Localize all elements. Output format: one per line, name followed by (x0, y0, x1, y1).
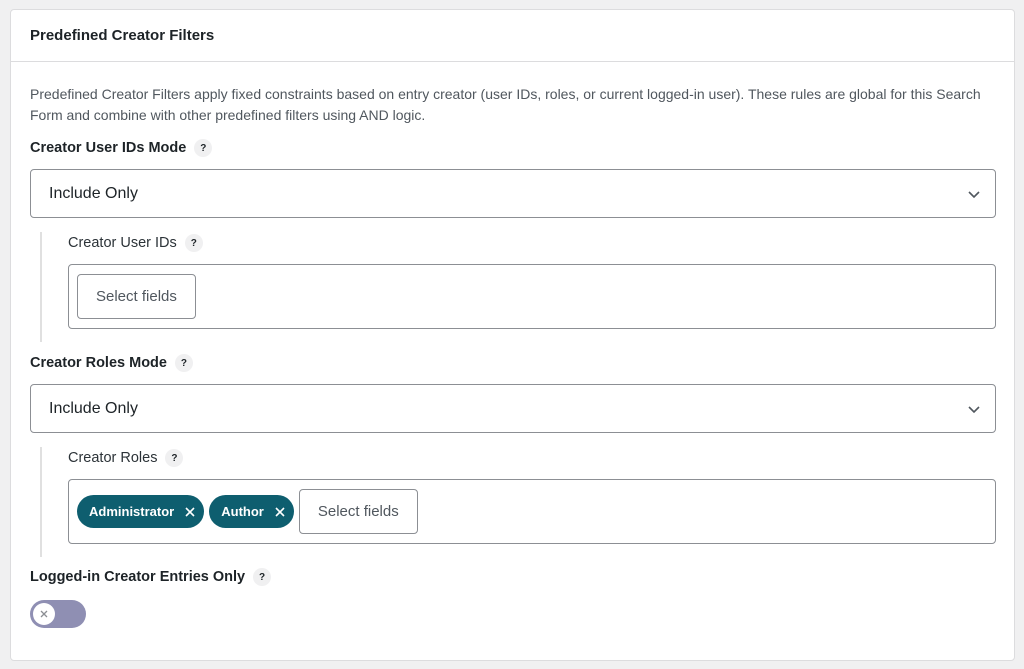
roles-field[interactable]: Administrator Author Select fields (68, 479, 996, 544)
panel-description: Predefined Creator Filters apply fixed c… (30, 86, 981, 123)
user-ids-mode-select[interactable]: Include Only (30, 169, 996, 218)
roles-select-fields-button[interactable]: Select fields (298, 489, 418, 534)
user-ids-mode-label: Creator User IDs Mode (30, 140, 187, 156)
chip-label: Administrator (89, 504, 175, 519)
user-ids-indent-bar (40, 232, 42, 342)
panel-title: Predefined Creator Filters (30, 27, 215, 44)
roles-mode-label-row: Creator Roles Mode ? (30, 354, 193, 372)
user-ids-label: Creator User IDs (68, 235, 177, 251)
role-chip-administrator: Administrator (77, 495, 205, 528)
user-ids-select-fields-button[interactable]: Select fields (77, 274, 196, 319)
logged-in-only-label: Logged-in Creator Entries Only (30, 569, 246, 585)
roles-mode-select[interactable]: Include Only (30, 384, 996, 433)
panel-header: Predefined Creator Filters (11, 10, 1014, 62)
user-ids-mode-label-row: Creator User IDs Mode ? (30, 139, 213, 157)
roles-mode-label: Creator Roles Mode (30, 355, 167, 371)
close-icon[interactable] (272, 504, 288, 520)
chevron-down-icon (968, 191, 980, 199)
toggle-knob (33, 603, 55, 625)
user-ids-label-row: Creator User IDs ? (68, 234, 203, 252)
roles-indent-bar (40, 447, 42, 557)
predefined-creator-filters-panel: Predefined Creator Filters Predefined Cr… (10, 9, 1015, 661)
logged-in-only-help-icon[interactable]: ? (253, 568, 272, 586)
user-ids-field[interactable]: Select fields (68, 264, 996, 329)
roles-mode-help-icon[interactable]: ? (174, 354, 193, 372)
x-icon (40, 610, 48, 618)
logged-in-only-label-row: Logged-in Creator Entries Only ? (30, 568, 272, 586)
user-ids-mode-selected-value: Include Only (49, 184, 138, 202)
user-ids-help-icon[interactable]: ? (184, 234, 203, 252)
roles-label-row: Creator Roles ? (68, 449, 184, 467)
logged-in-only-toggle[interactable] (30, 600, 86, 628)
roles-help-icon[interactable]: ? (165, 449, 184, 467)
close-icon[interactable] (182, 504, 198, 520)
user-ids-mode-help-icon[interactable]: ? (194, 139, 213, 157)
role-chip-author: Author (209, 495, 294, 528)
roles-label: Creator Roles (68, 450, 158, 466)
chip-label: Author (221, 504, 264, 519)
roles-mode-selected-value: Include Only (49, 399, 138, 417)
chevron-down-icon (968, 406, 980, 414)
